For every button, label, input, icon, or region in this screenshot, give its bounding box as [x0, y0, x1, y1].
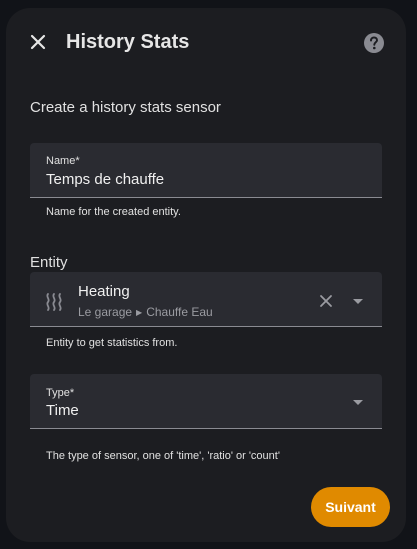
name-field[interactable]: Name* Temps de chauffe — [30, 143, 382, 198]
entity-section-label: Entity — [30, 254, 68, 271]
type-select-helper: The type of sensor, one of 'time', 'rati… — [46, 450, 280, 462]
entity-name: Heating — [78, 283, 130, 300]
help-icon[interactable] — [363, 32, 385, 54]
type-select[interactable]: Type* Time — [30, 374, 382, 429]
breadcrumb-separator-icon: ▶ — [136, 308, 143, 317]
type-select-label: Type* — [46, 387, 75, 399]
chevron-down-icon[interactable] — [346, 390, 370, 414]
dialog-intro: Create a history stats sensor — [30, 99, 221, 116]
chevron-down-icon[interactable] — [346, 289, 370, 313]
entity-picker[interactable]: Heating Le garage ▶ Chauffe Eau — [30, 272, 382, 327]
dialog-header: History Stats — [6, 8, 406, 78]
name-field-value: Temps de chauffe — [46, 171, 165, 188]
history-stats-dialog: History Stats Create a history stats sen… — [6, 8, 406, 542]
name-field-helper: Name for the created entity. — [46, 206, 181, 218]
type-select-value: Time — [46, 402, 79, 419]
entity-helper: Entity to get statistics from. — [46, 337, 178, 349]
clear-icon[interactable] — [314, 289, 338, 313]
entity-device: Chauffe Eau — [146, 305, 213, 319]
next-button[interactable]: Suivant — [311, 487, 390, 527]
dialog-title: History Stats — [66, 31, 190, 53]
entity-area: Le garage — [78, 305, 133, 319]
entity-context: Le garage ▶ Chauffe Eau — [78, 305, 213, 319]
name-field-label: Name* — [46, 155, 80, 167]
close-icon[interactable] — [26, 30, 50, 54]
heat-wave-icon — [42, 290, 66, 314]
